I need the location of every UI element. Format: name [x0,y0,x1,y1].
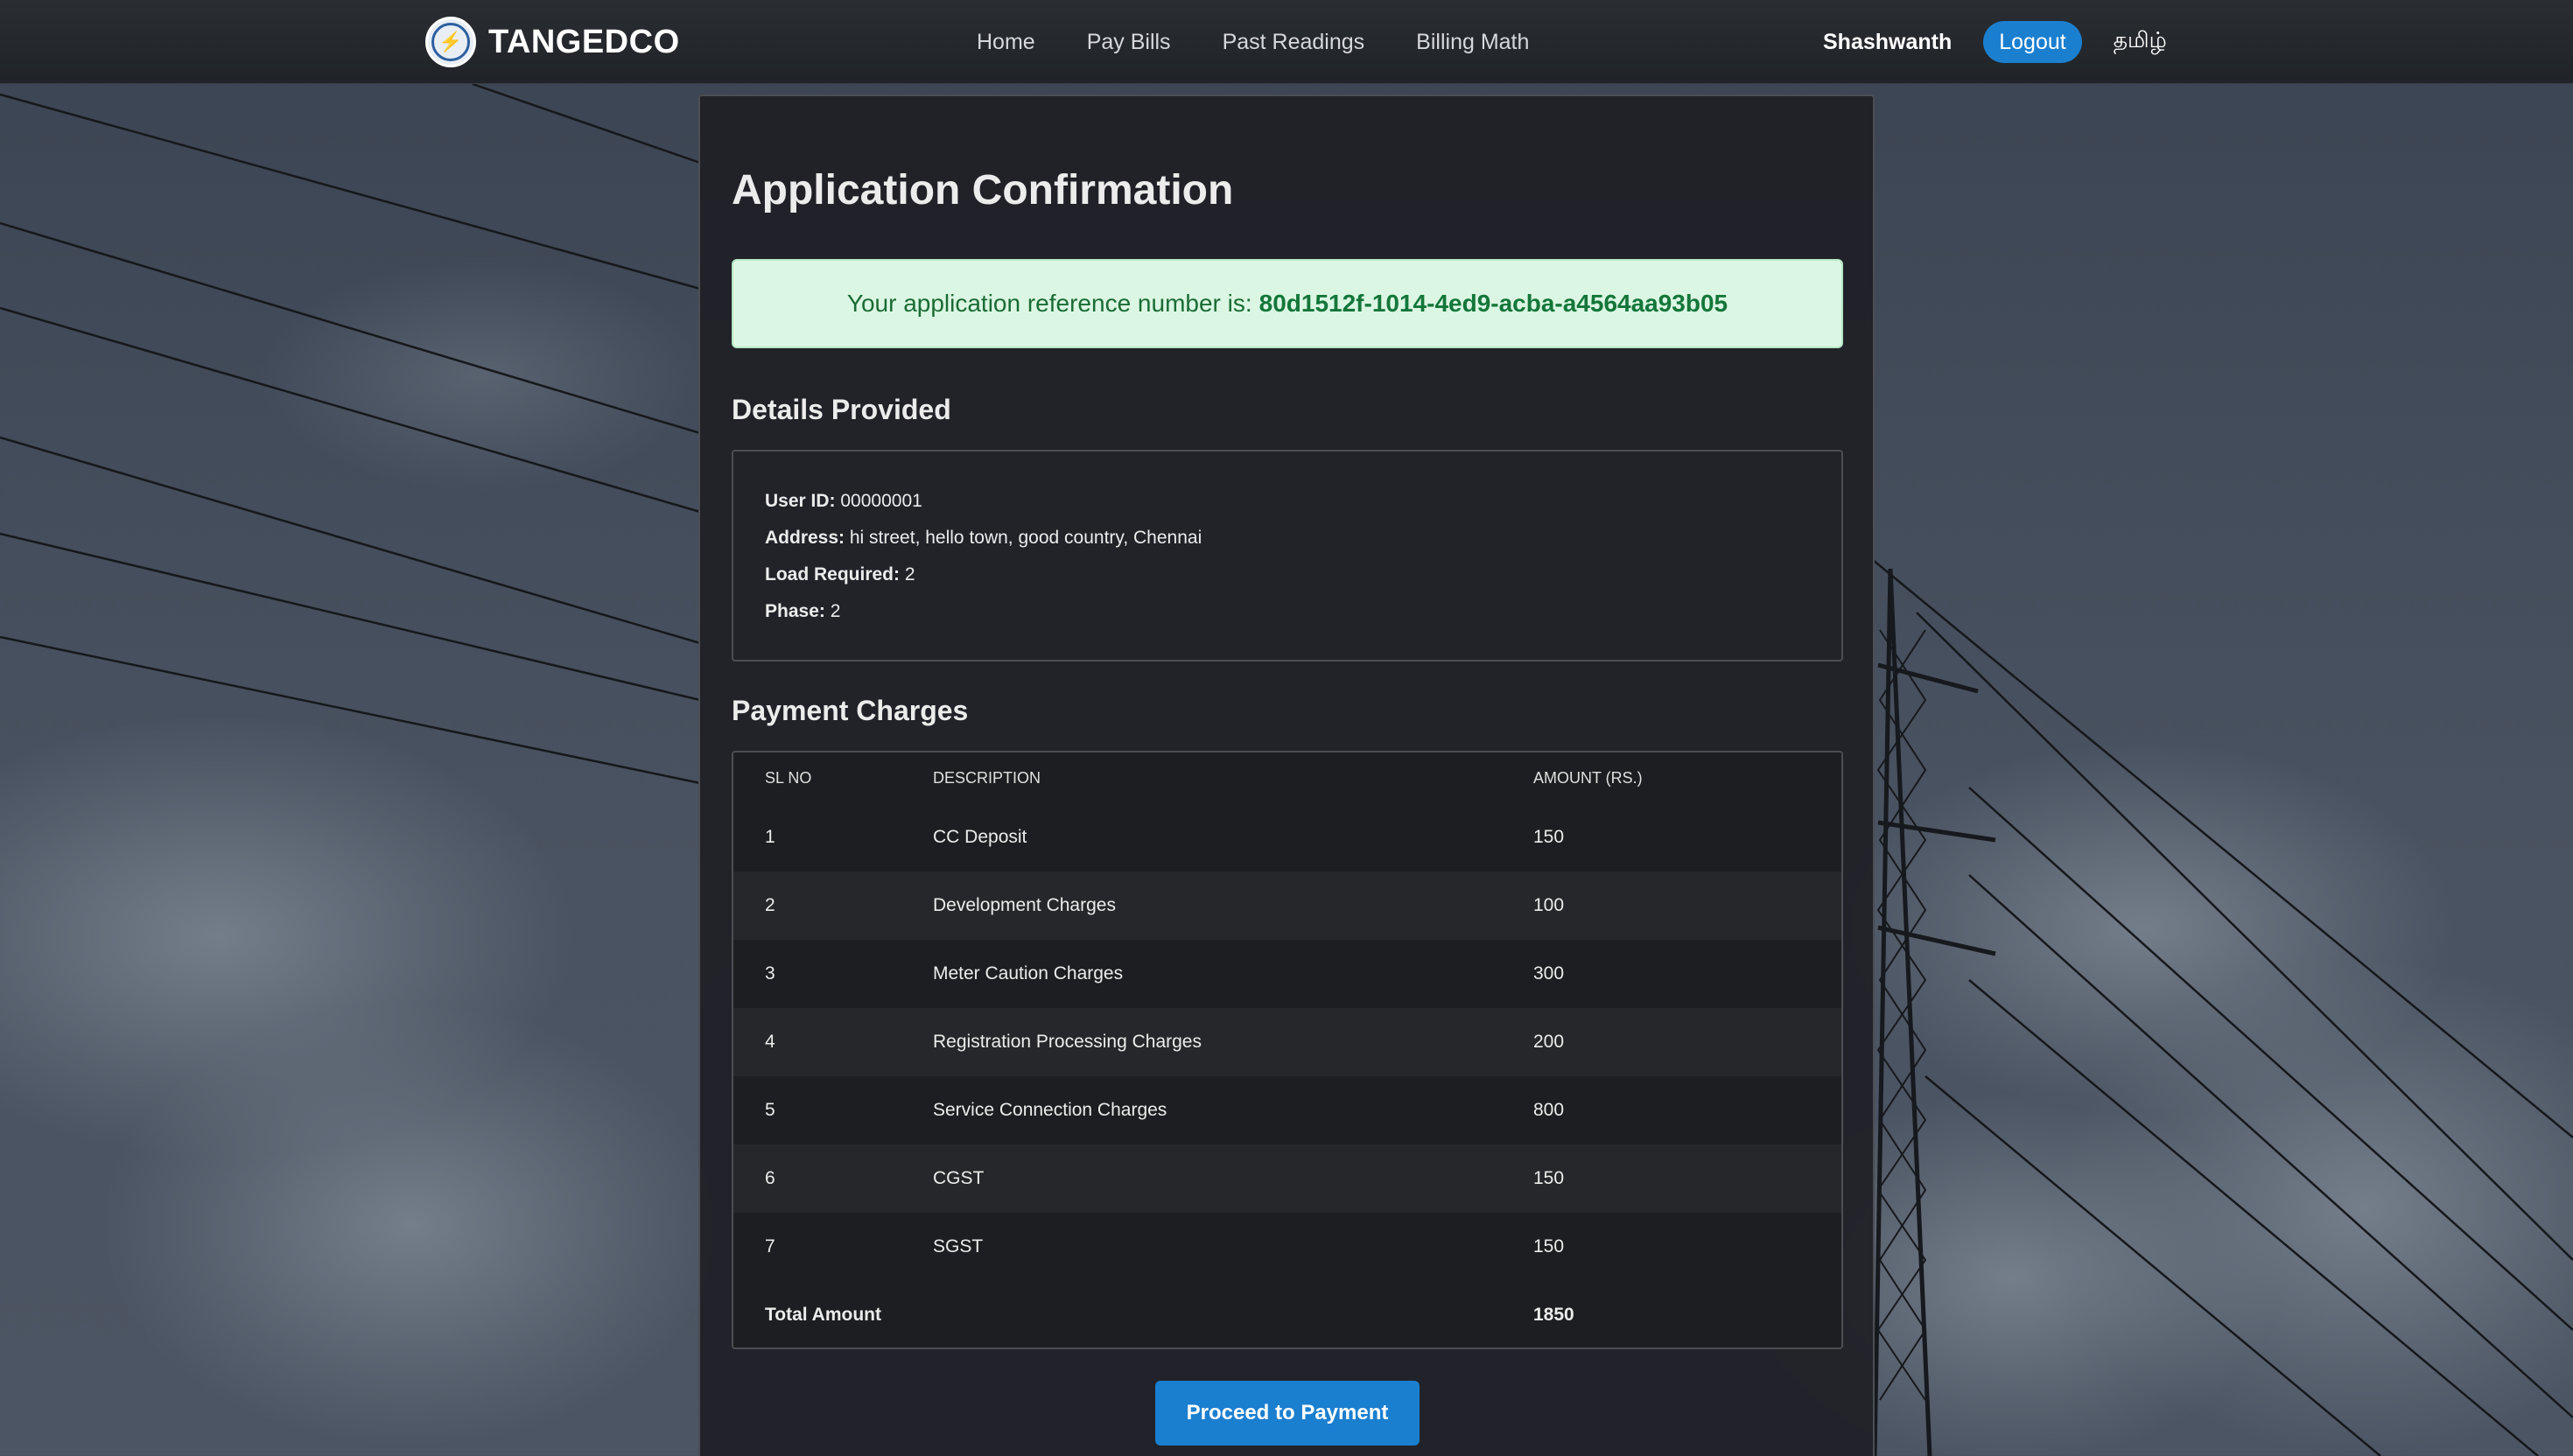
cell-amount: 200 [1533,1032,1565,1052]
nav-home[interactable]: Home [977,26,1035,58]
charges-heading: Payment Charges [732,695,969,726]
username: Shashwanth [1823,29,1953,54]
reference-number: 80d1512f-1014-4ed9-acba-a4564aa93b05 [1258,290,1728,317]
main-nav: Home Pay Bills Past Readings Billing Mat… [977,26,1581,58]
charges-table: SL NO DESCRIPTION AMOUNT (RS.) 1 CC Depo… [732,751,1843,1349]
proceed-to-payment-button[interactable]: Proceed to Payment [1155,1381,1420,1446]
col-sl-no: SL NO [765,768,812,787]
col-amount: AMOUNT (RS.) [1533,768,1643,787]
cell-description: Development Charges [933,895,1116,915]
user-area: Shashwanth Logout தமிழ் [1823,21,2167,63]
table-row: 3 Meter Caution Charges 300 [733,940,1841,1008]
logout-button[interactable]: Logout [1983,21,2082,63]
page-title: Application Confirmation [732,167,1234,214]
table-row: 6 CGST 150 [733,1144,1841,1213]
cell-description: Meter Caution Charges [933,963,1124,984]
cell-amount: 800 [1533,1100,1565,1120]
cell-sl: 2 [765,895,775,915]
cell-amount: 100 [1533,895,1565,915]
cell-amount: 300 [1533,963,1565,984]
table-row: 4 Registration Processing Charges 200 [733,1008,1841,1076]
details-heading: Details Provided [732,394,951,425]
cell-amount: 150 [1533,1168,1565,1188]
cell-amount: 150 [1533,1236,1565,1256]
reference-prefix: Your application reference number is: [846,290,1252,317]
nav-past-readings[interactable]: Past Readings [1223,26,1365,58]
nav-pay-bills[interactable]: Pay Bills [1087,26,1171,58]
table-row: 7 SGST 150 [733,1213,1841,1281]
total-value: 1850 [1533,1305,1574,1325]
confirmation-card: Application Confirmation Your applicatio… [698,94,1875,1456]
total-label: Total Amount [765,1305,881,1325]
nav-billing-math[interactable]: Billing Math [1416,26,1529,58]
cell-description: CGST [933,1168,985,1188]
table-row: 5 Service Connection Charges 800 [733,1076,1841,1144]
cell-sl: 1 [765,827,775,847]
detail-row-user-id: User ID: 00000001 [765,491,922,511]
detail-row-phase: Phase: 2 [765,601,841,621]
cell-description: SGST [933,1236,984,1256]
table-row: 2 Development Charges 100 [733,872,1841,940]
cell-sl: 4 [765,1032,775,1052]
brand-name: TANGEDCO [488,23,680,60]
table-header: SL NO DESCRIPTION AMOUNT (RS.) [733,752,1841,803]
cell-description: Service Connection Charges [933,1100,1167,1120]
cell-description: Registration Processing Charges [933,1032,1202,1052]
brand[interactable]: ⚡ TANGEDCO [425,16,680,68]
cell-sl: 3 [765,963,775,984]
cell-amount: 150 [1533,827,1565,847]
table-total-row: Total Amount 1850 [733,1281,1841,1348]
cell-sl: 5 [765,1100,775,1120]
top-navbar: ⚡ TANGEDCO Home Pay Bills Past Readings … [0,0,2573,84]
details-box: User ID: 00000001 Address: hi street, he… [732,450,1843,662]
tangedco-logo-icon: ⚡ [425,17,476,67]
col-description: DESCRIPTION [933,768,1041,787]
cell-sl: 6 [765,1168,775,1188]
table-row: 1 CC Deposit 150 [733,803,1841,872]
language-toggle[interactable]: தமிழ் [2114,28,2167,56]
detail-row-load: Load Required: 2 [765,564,915,584]
cell-description: CC Deposit [933,827,1027,847]
detail-row-address: Address: hi street, hello town, good cou… [765,528,1202,548]
cell-sl: 7 [765,1236,775,1256]
reference-banner: Your application reference number is: 80… [732,259,1843,348]
